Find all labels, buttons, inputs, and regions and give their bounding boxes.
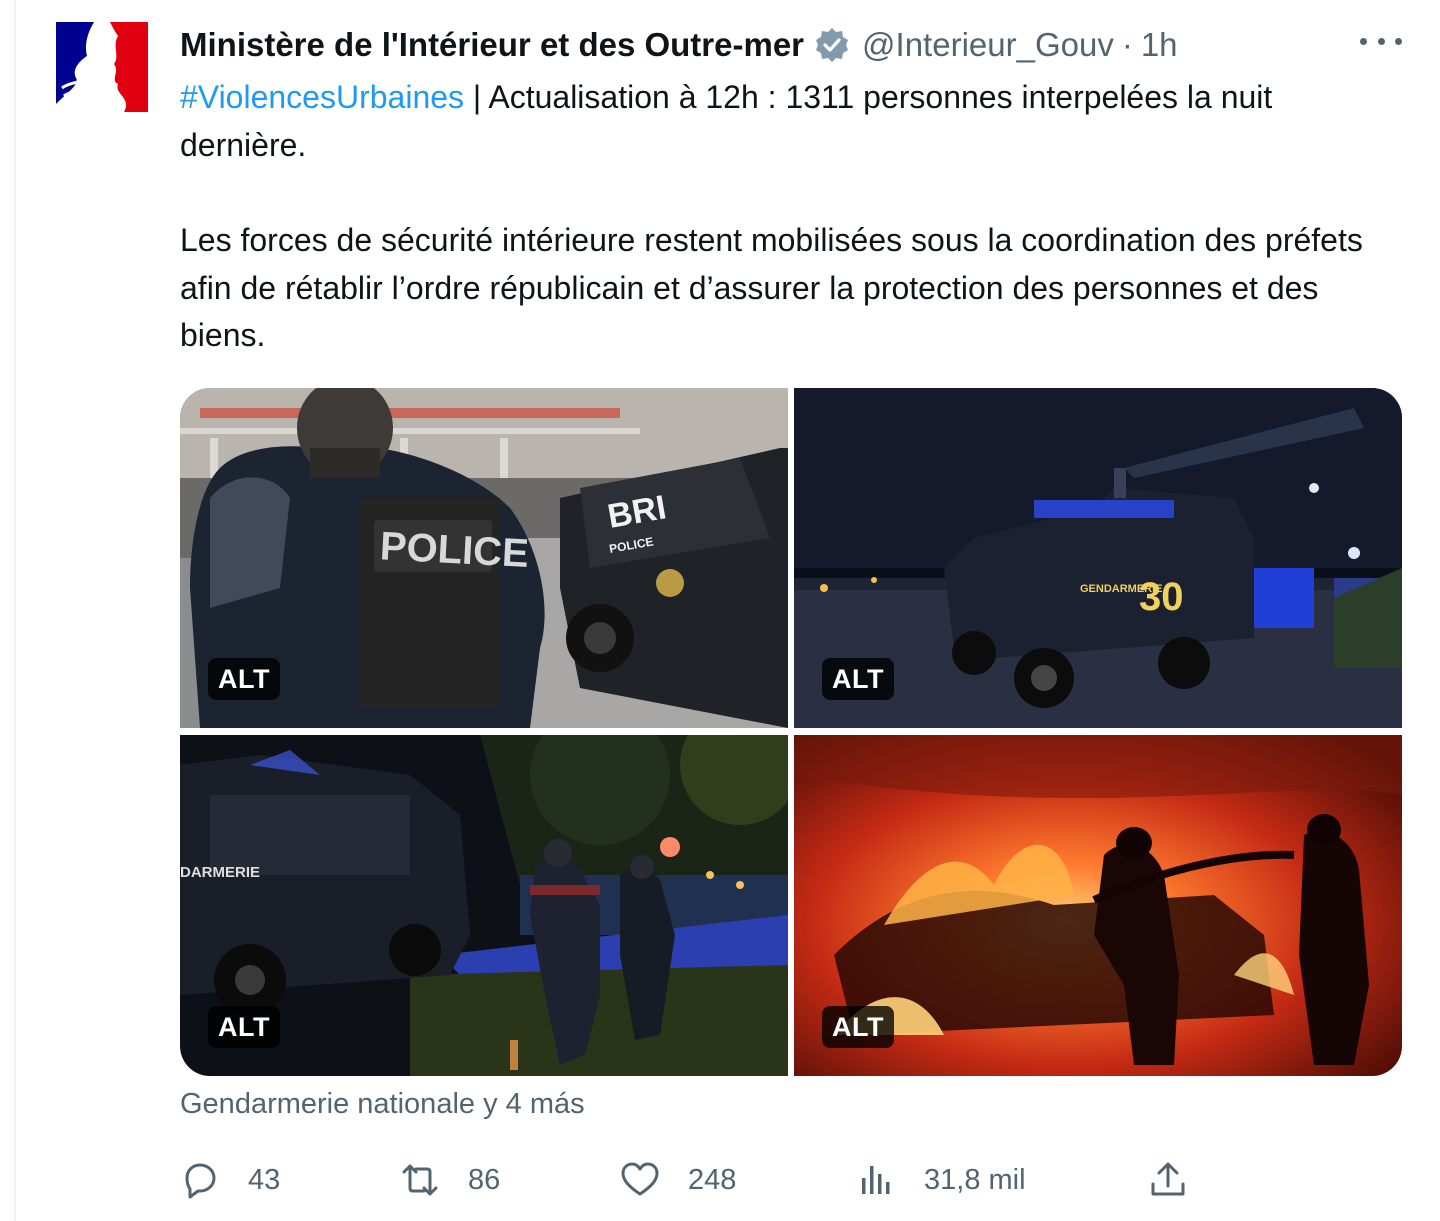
- hashtag-link[interactable]: #ViolencesUrbaines: [180, 79, 464, 115]
- verified-badge-icon[interactable]: [814, 27, 850, 63]
- author-avatar[interactable]: [54, 18, 150, 114]
- gendarmerie-vehicle-number: 30: [1139, 575, 1184, 619]
- gendarmes-night-street-photo[interactable]: DARMERIE ALT: [180, 735, 788, 1076]
- like-count: 248: [688, 1163, 737, 1196]
- alt-badge[interactable]: ALT: [208, 658, 280, 700]
- tweet-header: Ministère de l'Intérieur et des Outre-me…: [180, 22, 1178, 68]
- heart-icon: [621, 1162, 659, 1196]
- police-officer-armored-vehicle-photo[interactable]: BRI POLICE POLICE ALT: [180, 388, 788, 728]
- views-count: 31,8 mil: [924, 1163, 1026, 1196]
- gendarmerie-vehicle-night-photo[interactable]: GENDARMERIE 30 ALT: [794, 388, 1402, 728]
- like-button[interactable]: 248: [618, 1152, 736, 1208]
- tweet-paragraph-1: #ViolencesUrbaines | Actualisation à 12h…: [180, 74, 1405, 169]
- tweet-paragraph-2: Les forces de sécurité intérieure resten…: [180, 222, 1363, 353]
- retweet-icon: [402, 1164, 438, 1196]
- alt-badge[interactable]: ALT: [822, 658, 894, 700]
- alt-badge[interactable]: ALT: [208, 1006, 280, 1048]
- marianne-logo-icon: [54, 18, 150, 114]
- tweet-timestamp[interactable]: 1h: [1141, 26, 1178, 64]
- reply-count: 43: [248, 1163, 281, 1196]
- police-vest-text: POLICE: [379, 524, 530, 576]
- share-button[interactable]: [1146, 1152, 1190, 1208]
- share-icon: [1151, 1162, 1185, 1196]
- retweet-button[interactable]: 86: [398, 1152, 500, 1208]
- views-chart-icon: [862, 1166, 890, 1194]
- gendarmerie-vehicle-side-text: DARMERIE: [180, 864, 260, 881]
- views-button[interactable]: 31,8 mil: [854, 1152, 1026, 1208]
- tweet-actions: 43 86 248 31,8 mil: [178, 1152, 1408, 1208]
- author-handle[interactable]: @Interieur_Gouv: [862, 26, 1114, 64]
- reply-icon: [185, 1163, 216, 1199]
- reply-button[interactable]: 43: [178, 1152, 280, 1208]
- retweet-count: 86: [468, 1163, 501, 1196]
- firefighters-car-fire-photo[interactable]: ALT: [794, 735, 1402, 1076]
- timeline-border: [14, 0, 16, 1221]
- alt-badge[interactable]: ALT: [822, 1006, 894, 1048]
- media-grid: BRI POLICE POLICE ALT GENDARMERIE 30 ALT…: [180, 388, 1402, 1076]
- tweet-text: #ViolencesUrbaines | Actualisation à 12h…: [180, 74, 1405, 360]
- author-name[interactable]: Ministère de l'Intérieur et des Outre-me…: [180, 26, 804, 64]
- tagged-users[interactable]: Gendarmerie nationale y 4 más: [180, 1088, 585, 1121]
- header-separator: ·: [1121, 26, 1133, 63]
- more-options-icon[interactable]: [1360, 26, 1402, 56]
